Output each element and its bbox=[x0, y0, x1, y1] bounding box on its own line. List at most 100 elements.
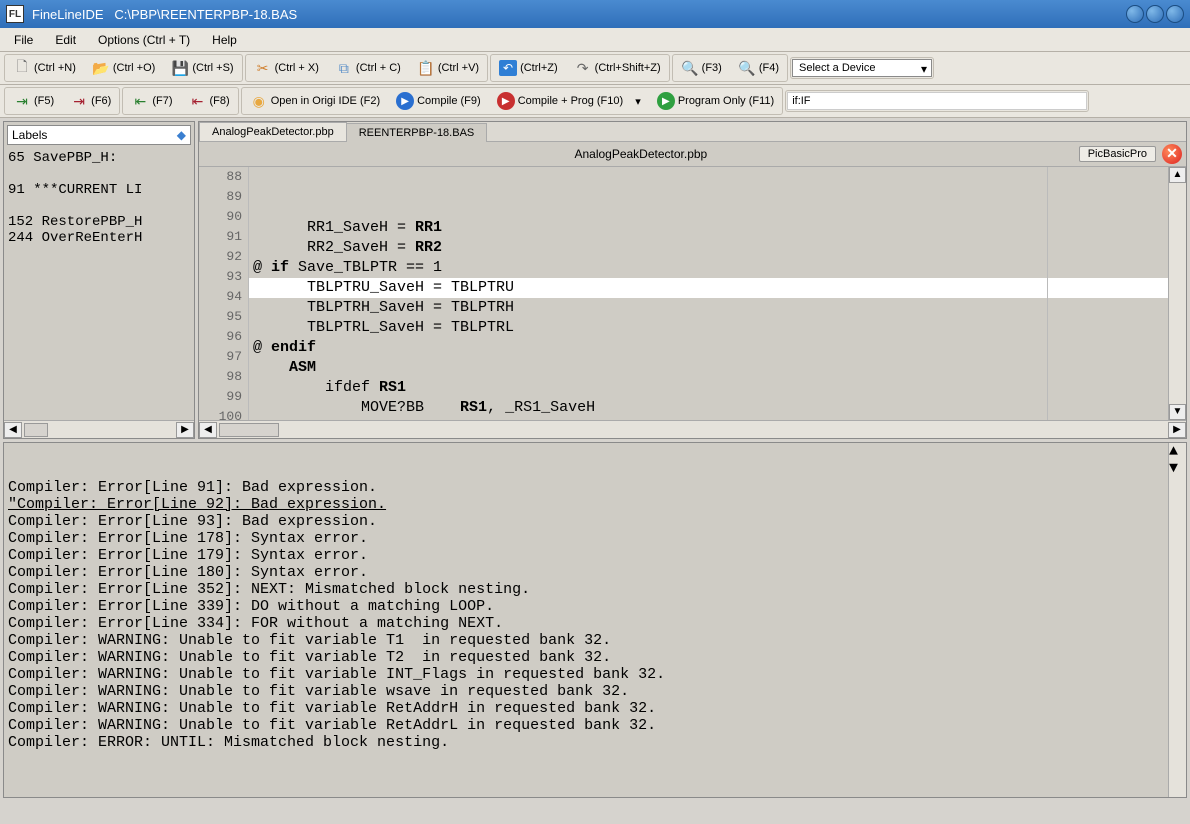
save-icon: 💾 bbox=[171, 59, 189, 77]
scroll-up-icon[interactable]: ▲ bbox=[1169, 167, 1186, 183]
clipboard-icon: 📋 bbox=[417, 59, 435, 77]
code-line[interactable]: @ endif bbox=[249, 338, 1168, 358]
code-line[interactable]: endif bbox=[249, 418, 1168, 420]
editor-vscroll[interactable]: ▲ ▼ bbox=[1168, 167, 1186, 420]
close-button[interactable] bbox=[1166, 5, 1184, 23]
editor-hscroll[interactable]: ◀ ▶ bbox=[199, 420, 1186, 438]
output-line: Compiler: Error[Line 334]: FOR without a… bbox=[8, 615, 1182, 632]
scroll-right-icon[interactable]: ▶ bbox=[176, 422, 194, 438]
f5-button[interactable]: ⇥(F5) bbox=[6, 89, 61, 113]
menu-options[interactable]: Options (Ctrl + T) bbox=[88, 30, 200, 50]
find-button[interactable]: 🔍(F3) bbox=[674, 56, 729, 80]
scroll-right-icon[interactable]: ▶ bbox=[1168, 422, 1186, 438]
code-line[interactable]: TBLPTRU_SaveH = TBLPTRU bbox=[249, 278, 1168, 298]
language-badge: PicBasicPro bbox=[1079, 146, 1156, 162]
sidebar: Labels ◆ 65 SavePBP_H: 91 ***CURRENT LI … bbox=[3, 121, 195, 439]
breakpoint-icon: ⇤ bbox=[189, 92, 207, 110]
redo-icon: ↷ bbox=[574, 59, 592, 77]
paste-button[interactable]: 📋(Ctrl +V) bbox=[410, 56, 486, 80]
f8-button[interactable]: ⇤(F8) bbox=[182, 89, 237, 113]
output-line: Compiler: Error[Line 352]: NEXT: Mismatc… bbox=[8, 581, 1182, 598]
labels-list[interactable]: 65 SavePBP_H: 91 ***CURRENT LI 152 Resto… bbox=[4, 148, 194, 420]
output-line: Compiler: WARNING: Unable to fit variabl… bbox=[8, 683, 1182, 700]
copy-icon: ⧉ bbox=[335, 59, 353, 77]
output-line: Compiler: WARNING: Unable to fit variabl… bbox=[8, 666, 1182, 683]
editor-tabs: AnalogPeakDetector.pbp REENTERPBP-18.BAS bbox=[199, 122, 1186, 142]
scroll-left-icon[interactable]: ◀ bbox=[199, 422, 217, 438]
step-icon: ⇤ bbox=[131, 92, 149, 110]
new-button[interactable]: 🗋(Ctrl +N) bbox=[6, 56, 83, 80]
f6-button[interactable]: ⇥(F6) bbox=[63, 89, 118, 113]
menu-file[interactable]: File bbox=[4, 30, 43, 50]
breakpoint-icon: ⇥ bbox=[70, 92, 88, 110]
undo-icon: ↶ bbox=[499, 60, 517, 76]
find-next-button[interactable]: 🔍(F4) bbox=[731, 56, 786, 80]
menu-help[interactable]: Help bbox=[202, 30, 247, 50]
code-line[interactable]: MOVE?BB RS1, _RS1_SaveH bbox=[249, 398, 1168, 418]
output-line: Compiler: Error[Line 91]: Bad expression… bbox=[8, 479, 1182, 496]
f7-button[interactable]: ⇤(F7) bbox=[124, 89, 179, 113]
magnifier-icon: 🔍 bbox=[738, 59, 756, 77]
compiler-output[interactable]: Compiler: Error[Line 91]: Bad expression… bbox=[3, 442, 1187, 798]
menu-edit[interactable]: Edit bbox=[45, 30, 86, 50]
output-line: Compiler: WARNING: Unable to fit variabl… bbox=[8, 632, 1182, 649]
close-document-button[interactable]: ✕ bbox=[1162, 144, 1182, 164]
list-item[interactable] bbox=[8, 166, 190, 182]
code-line[interactable]: RR2_SaveH = RR2 bbox=[249, 238, 1168, 258]
code-content[interactable]: RR1_SaveH = RR1 RR2_SaveH = RR2@ if Save… bbox=[249, 167, 1168, 420]
save-button[interactable]: 💾(Ctrl +S) bbox=[164, 56, 240, 80]
copy-button[interactable]: ⧉(Ctrl + C) bbox=[328, 56, 408, 80]
labels-combo[interactable]: Labels ◆ bbox=[7, 125, 191, 145]
open-button[interactable]: 📂(Ctrl +O) bbox=[85, 56, 162, 80]
if-textbox[interactable]: if:IF bbox=[787, 92, 1087, 110]
code-line[interactable]: RR1_SaveH = RR1 bbox=[249, 218, 1168, 238]
chevron-down-icon: ▾ bbox=[635, 95, 641, 108]
scroll-down-icon[interactable]: ▼ bbox=[1169, 460, 1186, 477]
play-icon: ▶ bbox=[657, 92, 675, 110]
document-header: AnalogPeakDetector.pbp PicBasicPro ✕ bbox=[199, 142, 1186, 167]
menubar: File Edit Options (Ctrl + T) Help bbox=[0, 28, 1190, 52]
redo-button[interactable]: ↷(Ctrl+Shift+Z) bbox=[567, 56, 668, 80]
code-line[interactable]: TBLPTRL_SaveH = TBLPTRL bbox=[249, 318, 1168, 338]
play-icon: ▶ bbox=[396, 92, 414, 110]
scroll-down-icon[interactable]: ▼ bbox=[1169, 404, 1186, 420]
cut-button[interactable]: ✂(Ctrl + X) bbox=[247, 56, 326, 80]
list-item[interactable]: 244 OverReEnterH bbox=[8, 230, 190, 246]
play-icon: ▶ bbox=[497, 92, 515, 110]
output-line: Compiler: WARNING: Unable to fit variabl… bbox=[8, 700, 1182, 717]
labels-combo-text: Labels bbox=[12, 128, 47, 142]
scroll-up-icon[interactable]: ▲ bbox=[1169, 443, 1186, 460]
maximize-button[interactable] bbox=[1146, 5, 1164, 23]
list-item[interactable]: 152 RestorePBP_H bbox=[8, 214, 190, 230]
list-item[interactable] bbox=[8, 198, 190, 214]
program-only-button[interactable]: ▶Program Only (F11) bbox=[650, 89, 781, 113]
code-line[interactable]: ifdef RS1 bbox=[249, 378, 1168, 398]
compile-button[interactable]: ▶Compile (F9) bbox=[389, 89, 488, 113]
output-line: Compiler: ERROR: UNTIL: Mismatched block… bbox=[8, 734, 1182, 751]
editor-panel: AnalogPeakDetector.pbp REENTERPBP-18.BAS… bbox=[198, 121, 1187, 439]
code-line[interactable]: ASM bbox=[249, 358, 1168, 378]
device-select[interactable]: Select a Device bbox=[792, 59, 932, 77]
window-title: FineLineIDE C:\PBP\REENTERPBP-18.BAS bbox=[32, 7, 297, 22]
open-ide-button[interactable]: ◉Open in Origi IDE (F2) bbox=[243, 89, 387, 113]
undo-button[interactable]: ↶(Ctrl+Z) bbox=[492, 57, 565, 79]
scroll-left-icon[interactable]: ◀ bbox=[4, 422, 22, 438]
list-item[interactable]: 91 ***CURRENT LI bbox=[8, 182, 190, 198]
titlebar: FL FineLineIDE C:\PBP\REENTERPBP-18.BAS bbox=[0, 0, 1190, 28]
workspace: Labels ◆ 65 SavePBP_H: 91 ***CURRENT LI … bbox=[0, 118, 1190, 442]
compile-prog-button[interactable]: ▶Compile + Prog (F10) ▾ bbox=[490, 89, 648, 113]
code-line[interactable]: TBLPTRH_SaveH = TBLPTRH bbox=[249, 298, 1168, 318]
sidebar-hscroll[interactable]: ◀ ▶ bbox=[4, 420, 194, 438]
code-line[interactable]: @ if Save_TBLPTR == 1 bbox=[249, 258, 1168, 278]
line-gutter: 888990919293949596979899100 bbox=[199, 167, 249, 420]
output-line: Compiler: Error[Line 339]: DO without a … bbox=[8, 598, 1182, 615]
output-line: "Compiler: Error[Line 92]: Bad expressio… bbox=[8, 496, 1182, 513]
output-line: Compiler: WARNING: Unable to fit variabl… bbox=[8, 649, 1182, 666]
tab-analogpeak[interactable]: AnalogPeakDetector.pbp bbox=[199, 122, 347, 141]
step-icon: ⇥ bbox=[13, 92, 31, 110]
minimize-button[interactable] bbox=[1126, 5, 1144, 23]
tab-reenterpbp[interactable]: REENTERPBP-18.BAS bbox=[346, 123, 488, 142]
output-vscroll[interactable]: ▲ ▼ bbox=[1168, 443, 1186, 797]
toolbar-row-2: ⇥(F5) ⇥(F6) ⇤(F7) ⇤(F8) ◉Open in Origi I… bbox=[0, 85, 1190, 118]
list-item[interactable]: 65 SavePBP_H: bbox=[8, 150, 190, 166]
